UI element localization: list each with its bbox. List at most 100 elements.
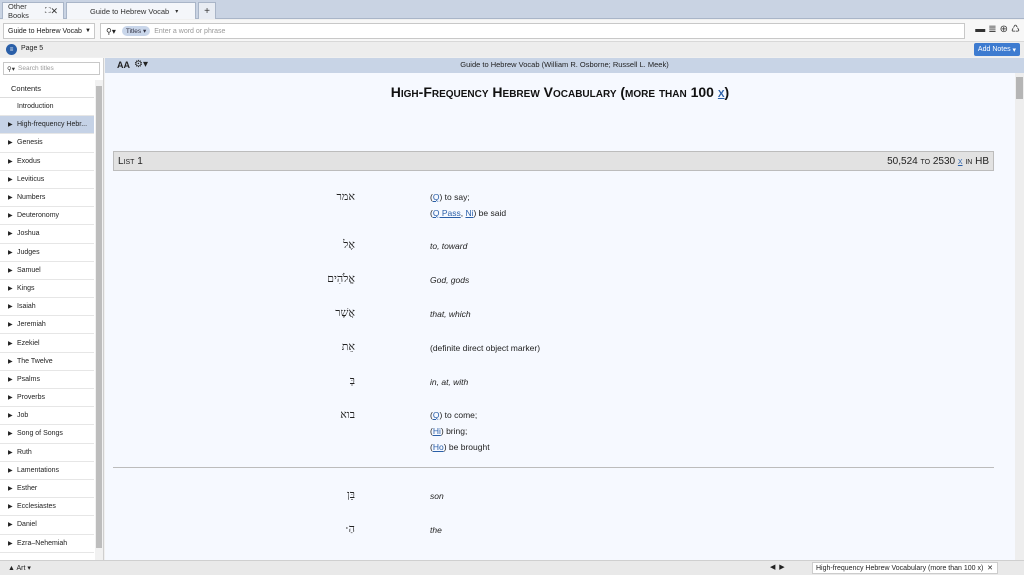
expand-arrow-icon[interactable]: ▶ bbox=[8, 485, 17, 492]
toc-item[interactable]: ▶ Lamentations bbox=[0, 462, 94, 480]
hebrew-word: אמר bbox=[336, 190, 355, 203]
new-tab-button[interactable]: + bbox=[198, 2, 216, 19]
expand-arrow-icon[interactable]: ▶ bbox=[8, 503, 17, 510]
minimize-icon[interactable]: ▬ bbox=[975, 24, 985, 35]
expand-arrow-icon[interactable]: ▶ bbox=[8, 285, 17, 292]
reading-pane-header: AA ⚙▾ Guide to Hebrew Vocab (William R. … bbox=[105, 58, 1024, 73]
location-field[interactable]: High-frequency Hebrew Vocabulary (more t… bbox=[812, 562, 998, 574]
expand-arrow-icon[interactable]: ▶ bbox=[8, 467, 17, 474]
expand-arrow-icon[interactable]: ▶ bbox=[8, 521, 17, 528]
sidebar-scrollbar[interactable] bbox=[95, 80, 103, 560]
search-input[interactable]: Enter a word or phrase bbox=[154, 28, 225, 35]
add-notes-button[interactable]: Add Notes ▾ bbox=[974, 43, 1020, 56]
expand-arrow-icon[interactable]: ▶ bbox=[8, 267, 17, 274]
toc-item-label: Lamentations bbox=[17, 466, 60, 474]
toc-item[interactable]: ▶ Numbers bbox=[0, 189, 94, 208]
toc-item-label: Exodus bbox=[17, 157, 41, 165]
toc-item-label: Leviticus bbox=[17, 175, 45, 183]
toc-item-label: Song of Songs bbox=[17, 430, 63, 438]
recycle-icon[interactable]: ♺ bbox=[1011, 24, 1020, 35]
toc-item[interactable]: ▶ Song of Songs bbox=[0, 425, 94, 444]
expand-arrow-icon[interactable]: ▶ bbox=[8, 139, 17, 146]
expand-arrow-icon[interactable]: ▶ bbox=[8, 449, 17, 456]
toc-item[interactable]: ▶ Psalms bbox=[0, 371, 94, 389]
gloss: that, which bbox=[430, 309, 471, 319]
expand-arrow-icon[interactable]: ▶ bbox=[8, 412, 17, 419]
toc-item[interactable]: ▶ Jeremiah bbox=[0, 316, 94, 335]
reading-pane-scrollbar[interactable] bbox=[1015, 73, 1024, 560]
expand-arrow-icon[interactable]: ▶ bbox=[8, 540, 17, 547]
expand-arrow-icon[interactable]: ▶ bbox=[8, 376, 17, 383]
toc-item-label: Job bbox=[17, 412, 29, 420]
gloss-text: ) to come; bbox=[439, 410, 478, 420]
chevron-down-icon: ▼ bbox=[85, 28, 91, 34]
toc-item[interactable]: ▶ Job bbox=[0, 407, 94, 426]
section-divider bbox=[113, 467, 994, 468]
expand-arrow-icon[interactable]: ▶ bbox=[8, 249, 17, 256]
tab-label: Guide to Hebrew Vocab bbox=[90, 6, 170, 16]
toc-item[interactable]: ▶ High-frequency Hebr... bbox=[0, 116, 94, 135]
expand-arrow-icon[interactable]: ▶ bbox=[8, 394, 17, 401]
sidebar-search-input[interactable]: Search titles bbox=[18, 65, 54, 72]
sidebar-search[interactable]: ⚲▾ Search titles bbox=[3, 62, 100, 75]
toc-item[interactable]: Introduction bbox=[0, 98, 94, 117]
scroll-thumb[interactable] bbox=[1016, 77, 1023, 99]
expand-arrow-icon[interactable]: ▶ bbox=[8, 321, 17, 328]
expand-arrow-icon[interactable]: ▶ bbox=[8, 212, 17, 219]
toc-item[interactable]: ▶ Judges bbox=[0, 244, 94, 262]
search-scope-pill[interactable]: Titles ▾ bbox=[121, 26, 151, 36]
toc-item[interactable]: ▶ Leviticus bbox=[0, 171, 94, 189]
toc-item[interactable]: ▶ Proverbs bbox=[0, 389, 94, 408]
art-menu[interactable]: ▲ Art ▾ bbox=[8, 564, 31, 572]
nav-arrows[interactable]: ◀ ▶ bbox=[770, 563, 785, 571]
add-circle-icon[interactable]: ⊕ bbox=[1000, 24, 1008, 35]
toc-item[interactable]: ▶ Ezra–Nehemiah bbox=[0, 535, 94, 553]
tab-other-books[interactable]: Other Books ⛶ ✕ bbox=[2, 2, 64, 20]
stem-link[interactable]: Ho bbox=[433, 442, 444, 452]
expand-arrow-icon[interactable]: ▶ bbox=[8, 303, 17, 310]
expand-arrow-icon[interactable]: ▶ bbox=[8, 358, 17, 365]
sidebar: ⚲▾ Search titles Contents Introduction ▶ H… bbox=[0, 58, 104, 560]
toc-item-label: Introduction bbox=[17, 103, 54, 111]
add-notes-label: Add Notes bbox=[977, 46, 1011, 53]
toc-item[interactable]: ▶ Deuteronomy bbox=[0, 207, 94, 226]
times-link[interactable]: x bbox=[718, 84, 725, 100]
stem-link[interactable]: Q Pass bbox=[433, 208, 461, 218]
chevron-down-icon[interactable]: ▾ bbox=[175, 8, 178, 15]
expand-arrow-icon[interactable]: ▶ bbox=[8, 230, 17, 237]
gloss: son bbox=[430, 491, 444, 501]
book-select[interactable]: Guide to Hebrew Vocab ▼ bbox=[3, 23, 95, 39]
search-icon[interactable]: ⚲▾ bbox=[7, 65, 15, 73]
toc-item[interactable]: ▶ Daniel bbox=[0, 516, 94, 535]
expand-arrow-icon[interactable]: ▶ bbox=[8, 176, 17, 183]
expand-arrow-icon[interactable]: ▶ bbox=[8, 121, 17, 128]
expand-arrow-icon[interactable]: ▶ bbox=[8, 194, 17, 201]
search-bar[interactable]: ⚲▾ Titles ▾ Enter a word or phrase bbox=[100, 23, 965, 39]
toc-item[interactable]: ▶ Isaiah bbox=[0, 298, 94, 317]
toc-item[interactable]: ▶ Genesis bbox=[0, 134, 94, 153]
toc-item[interactable]: ▶ Ruth bbox=[0, 444, 94, 462]
scroll-thumb[interactable] bbox=[96, 86, 102, 548]
stem-link[interactable]: Hi bbox=[433, 426, 441, 436]
panel-icon[interactable]: ≡ bbox=[6, 44, 17, 55]
tab-guide-to-hebrew-vocab[interactable]: Guide to Hebrew Vocab ▾ bbox=[66, 2, 196, 19]
location-text: High-frequency Hebrew Vocabulary (more t… bbox=[816, 564, 984, 572]
close-icon[interactable]: ✕ bbox=[50, 6, 58, 17]
expand-arrow-icon[interactable]: ▶ bbox=[8, 158, 17, 165]
toc-item-label: Esther bbox=[17, 485, 38, 493]
toc-item[interactable]: ▶ Exodus bbox=[0, 153, 94, 171]
expand-arrow-icon[interactable]: ▶ bbox=[8, 340, 17, 347]
list-icon[interactable]: ≣ bbox=[988, 24, 996, 35]
toc-item[interactable]: ▶ The Twelve bbox=[0, 353, 94, 371]
hebrew-word: בְּ bbox=[349, 374, 355, 387]
toc-item[interactable]: ▶ Samuel bbox=[0, 262, 94, 280]
toc-item-label: Psalms bbox=[17, 375, 40, 383]
toc-item[interactable]: ▶ Esther bbox=[0, 480, 94, 499]
toc-item[interactable]: ▶ Joshua bbox=[0, 225, 94, 244]
close-icon[interactable]: ✕ bbox=[987, 564, 993, 572]
toc-item[interactable]: ▶ Ezekiel bbox=[0, 334, 94, 353]
search-icon[interactable]: ⚲▾ bbox=[106, 27, 116, 36]
toc-item[interactable]: ▶ Kings bbox=[0, 280, 94, 299]
toc-item[interactable]: ▶ Ecclesiastes bbox=[0, 498, 94, 517]
expand-arrow-icon[interactable]: ▶ bbox=[8, 430, 17, 437]
